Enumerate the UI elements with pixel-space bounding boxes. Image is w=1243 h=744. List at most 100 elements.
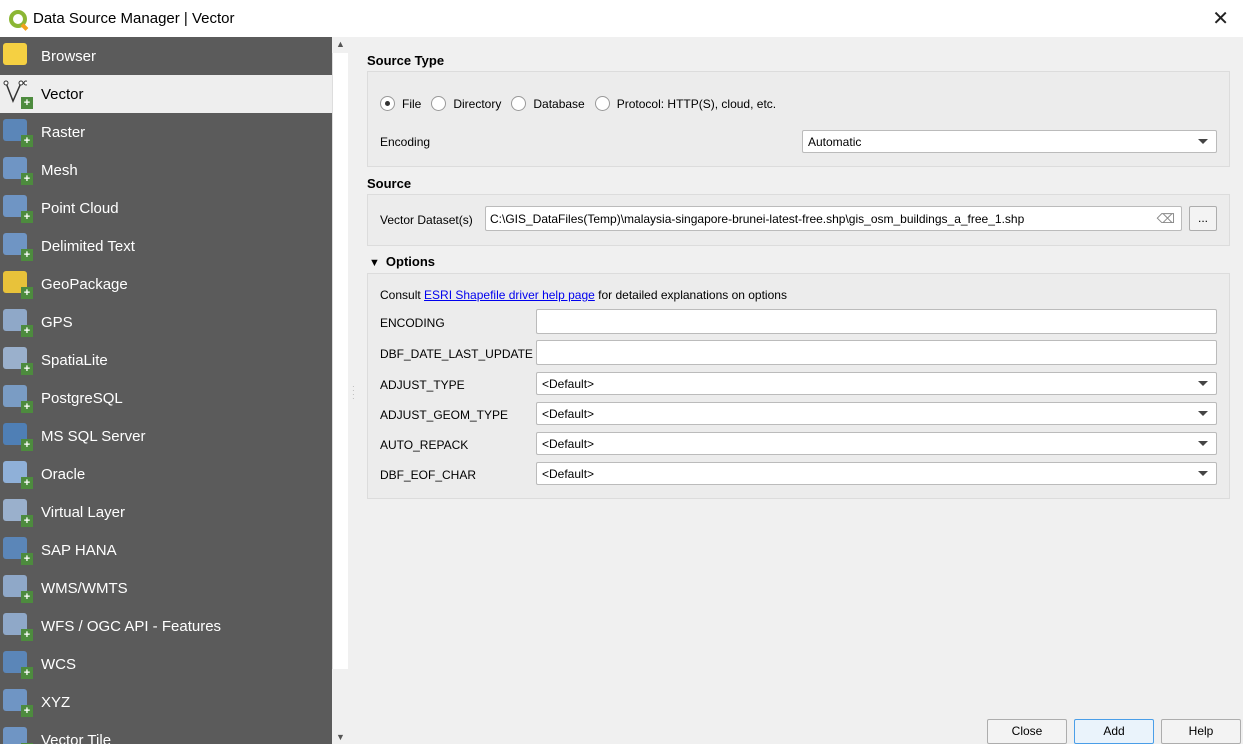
sidebar-item-label: Mesh <box>41 161 78 179</box>
dataset-path: C:\GIS_DataFiles(Temp)\malaysia-singapor… <box>490 212 1025 226</box>
vector-dataset-input[interactable]: C:\GIS_DataFiles(Temp)\malaysia-singapor… <box>485 206 1182 231</box>
sidebar-item-label: Virtual Layer <box>41 503 125 521</box>
sidebar-item-label: Delimited Text <box>41 237 135 255</box>
encoding-select[interactable]: Automatic <box>802 130 1217 153</box>
adjust-geom-type-select[interactable]: <Default> <box>536 402 1217 425</box>
radio-circle[interactable] <box>511 96 527 111</box>
sidebar-item-wcs[interactable]: + WCS <box>0 645 332 683</box>
option-label: ADJUST_GEOM_TYPE <box>380 408 509 422</box>
radio-circle[interactable] <box>431 96 447 111</box>
sidebar-scrollbar[interactable]: ▲ ▼ <box>332 37 349 744</box>
sidebar-item-label: WFS / OGC API - Features <box>41 617 222 635</box>
options-heading[interactable]: ▼ Options <box>369 254 435 269</box>
sidebar-item-label: SAP HANA <box>41 541 117 559</box>
chevron-down-icon <box>1198 471 1208 476</box>
radio-directory[interactable]: Directory <box>431 96 501 111</box>
title-bar: Data Source Manager | Vector ✕ <box>0 0 1243 37</box>
xyz-icon: + <box>3 687 33 717</box>
sidebar-item-mesh[interactable]: + Mesh <box>0 151 332 189</box>
mesh-icon: + <box>3 155 33 185</box>
radio-protocol[interactable]: Protocol: HTTP(S), cloud, etc. <box>594 96 776 111</box>
source-type-heading: Source Type <box>367 53 445 68</box>
radio-circle[interactable] <box>380 96 395 111</box>
wms-wmts-icon: + <box>3 573 33 603</box>
vector-dataset-label: Vector Dataset(s) <box>380 213 473 227</box>
qgis-logo-icon <box>9 9 27 28</box>
consult-suffix: for detailed explanations on options <box>594 288 787 302</box>
dbf-date-last-update-input[interactable] <box>536 340 1217 365</box>
sidebar-item-postgresql[interactable]: + PostgreSQL <box>0 379 332 417</box>
virtual-layer-icon: + <box>3 497 33 527</box>
sidebar-item-delimited-text[interactable]: + Delimited Text <box>0 227 332 265</box>
browser-icon <box>3 41 33 71</box>
sidebar-item-label: GeoPackage <box>41 275 128 293</box>
option-label: AUTO_REPACK <box>380 438 469 452</box>
sidebar-item-label: Vector Tile <box>41 731 112 744</box>
radio-file[interactable]: File <box>380 96 421 111</box>
sidebar-item-wfs-ogc-api-features[interactable]: + WFS / OGC API - Features <box>0 607 332 645</box>
value: <Default> <box>542 407 595 421</box>
sidebar-item-ms-sql-server[interactable]: + MS SQL Server <box>0 417 332 455</box>
sidebar-item-sap-hana[interactable]: + SAP HANA <box>0 531 332 569</box>
help-button[interactable]: Help <box>1161 719 1241 744</box>
radio-label: Directory <box>453 96 502 111</box>
scroll-down-icon[interactable]: ▼ <box>336 732 345 742</box>
sidebar-item-geopackage[interactable]: + GeoPackage <box>0 265 332 303</box>
sidebar-item-xyz[interactable]: + XYZ <box>0 683 332 721</box>
chevron-down-icon <box>1198 139 1208 144</box>
auto-repack-select[interactable]: <Default> <box>536 432 1217 455</box>
sidebar-item-raster[interactable]: + Raster <box>0 113 332 151</box>
sidebar-item-point-cloud[interactable]: + Point Cloud <box>0 189 332 227</box>
sidebar-item-vector[interactable]: + Vector <box>0 75 332 113</box>
chevron-down-icon <box>1198 411 1208 416</box>
driver-help-link[interactable]: ESRI Shapefile driver help page <box>424 288 595 302</box>
sidebar-item-label: GPS <box>41 313 73 331</box>
value: <Default> <box>542 467 595 481</box>
sidebar-item-label: Vector <box>41 85 84 103</box>
scroll-thumb[interactable] <box>332 53 348 669</box>
sidebar-item-gps[interactable]: + GPS <box>0 303 332 341</box>
sidebar: Browser + Vector + Raster + Mesh + Point Cloud + D… <box>0 37 332 744</box>
source-type-group: File Directory Database Protocol: HTTP(S), … <box>367 71 1230 167</box>
option-label: DBF_DATE_LAST_UPDATE <box>380 347 533 361</box>
scroll-up-icon[interactable]: ▲ <box>336 39 345 49</box>
wfs-ogc-api-features-icon: + <box>3 611 33 641</box>
consult-prefix: Consult <box>380 288 425 302</box>
add-button[interactable]: Add <box>1074 719 1154 744</box>
close-window-icon[interactable]: ✕ <box>1212 6 1229 31</box>
sidebar-item-label: Raster <box>41 123 86 141</box>
sidebar-item-wms-wmts[interactable]: + WMS/WMTS <box>0 569 332 607</box>
vector-tile-icon: + <box>3 725 33 744</box>
splitter-handle[interactable]: · · · · <box>352 383 355 403</box>
radio-database[interactable]: Database <box>511 96 585 111</box>
dbf-eof-char-select[interactable]: <Default> <box>536 462 1217 485</box>
sidebar-item-virtual-layer[interactable]: + Virtual Layer <box>0 493 332 531</box>
raster-icon: + <box>3 117 33 147</box>
wcs-icon: + <box>3 649 33 679</box>
sidebar-item-browser[interactable]: Browser <box>0 37 332 75</box>
sidebar-item-label: Point Cloud <box>41 199 119 217</box>
source-heading: Source <box>367 176 412 191</box>
clear-icon[interactable]: ⌫ <box>1157 211 1175 227</box>
sidebar-item-vector-tile[interactable]: + Vector Tile <box>0 721 332 744</box>
collapse-triangle-icon: ▼ <box>369 257 380 269</box>
sidebar-item-label: MS SQL Server <box>41 427 146 445</box>
option-label: ENCODING <box>380 316 445 330</box>
browse-button[interactable]: ... <box>1189 206 1217 231</box>
sidebar-item-oracle[interactable]: + Oracle <box>0 455 332 493</box>
value: <Default> <box>542 437 595 451</box>
sidebar-item-label: XYZ <box>41 693 71 711</box>
radio-circle[interactable] <box>594 96 610 111</box>
vector-icon: + <box>3 79 33 109</box>
value: <Default> <box>542 377 595 391</box>
point-cloud-icon: + <box>3 193 33 223</box>
sidebar-item-spatialite[interactable]: + SpatiaLite <box>0 341 332 379</box>
postgresql-icon: + <box>3 383 33 413</box>
sidebar-item-label: Browser <box>41 47 97 65</box>
adjust-type-select[interactable]: <Default> <box>536 372 1217 395</box>
close-button[interactable]: Close <box>987 719 1067 744</box>
sap-hana-icon: + <box>3 535 33 565</box>
delimited-text-icon: + <box>3 231 33 261</box>
encoding-input[interactable] <box>536 309 1217 334</box>
ms-sql-server-icon: + <box>3 421 33 451</box>
